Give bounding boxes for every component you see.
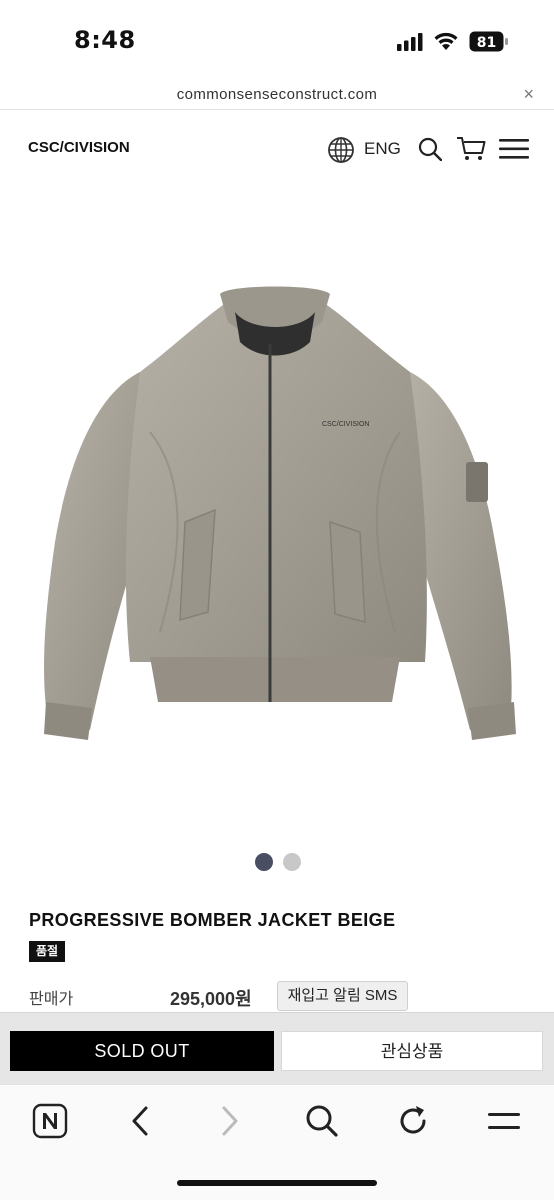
- reload-icon[interactable]: [395, 1103, 431, 1139]
- cart-icon[interactable]: [456, 136, 486, 162]
- signal-icon: [397, 33, 423, 51]
- hamburger-menu-icon[interactable]: [499, 139, 529, 159]
- action-bar: SOLD OUT 관심상품: [0, 1012, 554, 1084]
- product-image[interactable]: CSC/CIVISION: [0, 190, 554, 840]
- restock-sms-button[interactable]: 재입고 알림 SMS: [277, 981, 408, 1011]
- search-icon[interactable]: [418, 137, 442, 161]
- gallery-dot[interactable]: [283, 853, 301, 871]
- battery-icon: 81: [469, 31, 508, 52]
- menu-icon[interactable]: [486, 1103, 522, 1139]
- site-logo[interactable]: CSC/CIVISION: [28, 139, 130, 156]
- language-selector[interactable]: ENG: [364, 139, 401, 159]
- gallery-dot-active[interactable]: [255, 853, 273, 871]
- site-header: CSC/CIVISION ENG: [0, 120, 554, 180]
- url-text[interactable]: commonsenseconstruct.com: [0, 86, 554, 103]
- naver-home-icon[interactable]: [32, 1103, 68, 1139]
- price-value: 295,000원: [170, 989, 252, 1009]
- home-indicator[interactable]: [177, 1180, 377, 1186]
- status-time: 8:48: [74, 26, 136, 54]
- product-name: PROGRESSIVE BOMBER JACKET BEIGE: [29, 910, 396, 930]
- forward-icon[interactable]: [212, 1103, 248, 1139]
- gallery-pagination: [255, 853, 305, 871]
- sold-out-badge: 품절: [29, 941, 66, 962]
- wifi-icon: [434, 32, 458, 50]
- back-icon[interactable]: [122, 1103, 158, 1139]
- search-icon[interactable]: [304, 1103, 340, 1139]
- battery-level: 81: [477, 35, 496, 51]
- url-bar[interactable]: commonsenseconstruct.com ×: [0, 80, 554, 110]
- wishlist-button[interactable]: 관심상품: [281, 1031, 543, 1071]
- globe-icon[interactable]: [327, 136, 355, 164]
- sold-out-button[interactable]: SOLD OUT: [10, 1031, 274, 1071]
- jacket-image: CSC/CIVISION: [44, 286, 516, 740]
- jacket-logo-text: CSC/CIVISION: [322, 421, 369, 428]
- close-icon[interactable]: ×: [523, 84, 534, 105]
- status-bar: 8:48 81: [0, 0, 554, 80]
- price-label: 판매가: [29, 991, 74, 1008]
